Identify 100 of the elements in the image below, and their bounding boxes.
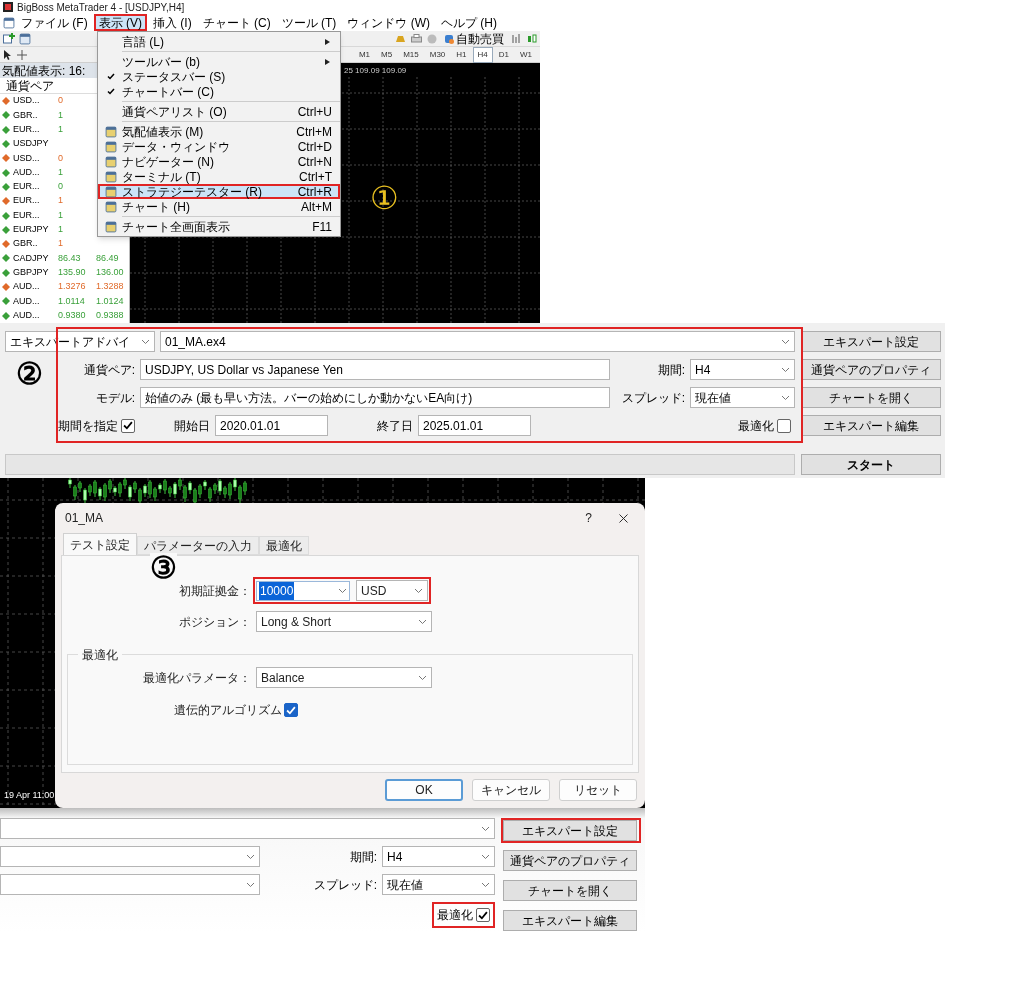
chevron-down-icon bbox=[418, 674, 427, 681]
button[interactable]: エキスパート設定 bbox=[503, 820, 637, 841]
timeframe-button[interactable]: M30 bbox=[424, 46, 451, 63]
text-field[interactable]: 始値のみ (最も早い方法。バーの始めにしか動かないEA向け) bbox=[140, 387, 610, 408]
symbol-cell: CADJPY bbox=[13, 252, 49, 263]
menu-item[interactable]: ツール (T) bbox=[276, 14, 342, 31]
field-label: 遺伝的アルゴリズム bbox=[174, 702, 282, 719]
menu-item[interactable]: ツールバー (b) bbox=[98, 54, 340, 69]
dropdown[interactable]: H4 bbox=[690, 359, 795, 380]
menu-item[interactable]: ウィンドウ (W) bbox=[342, 14, 435, 31]
candle-chart-icon[interactable] bbox=[527, 33, 537, 44]
button[interactable]: チャートを開く bbox=[801, 387, 941, 408]
checkbox[interactable] bbox=[476, 908, 490, 922]
checkbox[interactable] bbox=[284, 703, 298, 717]
tab[interactable]: テスト設定 bbox=[63, 533, 137, 555]
shortcut-text: Ctrl+U bbox=[297, 103, 333, 121]
dropdown[interactable]: 10000 bbox=[256, 580, 350, 601]
window-icon[interactable] bbox=[3, 16, 15, 29]
menu-item[interactable]: ステータスバー (S) bbox=[98, 69, 340, 84]
ask-cell: 86.49 bbox=[96, 252, 119, 263]
menu-item[interactable]: 言語 (L) bbox=[98, 34, 340, 49]
menu-item[interactable]: ナビゲーター (N) Ctrl+N bbox=[98, 154, 340, 169]
button[interactable]: エキスパート編集 bbox=[801, 415, 941, 436]
help-button[interactable]: ? bbox=[581, 509, 596, 527]
menu-item[interactable]: チャートバー (C) bbox=[98, 84, 340, 99]
field-label: 最適化パラメータ： bbox=[143, 669, 251, 687]
window-icon[interactable] bbox=[105, 125, 117, 138]
shortcut-text: Ctrl+N bbox=[297, 153, 333, 171]
symbol-cell: EURJPY bbox=[13, 224, 49, 235]
tab[interactable]: 最適化 bbox=[259, 536, 309, 555]
timeframe-button[interactable]: M5 bbox=[376, 46, 398, 63]
menu-item[interactable]: ヘルプ (H) bbox=[436, 14, 502, 31]
dropdown[interactable]: Long & Short bbox=[256, 611, 432, 632]
menu-item[interactable]: 表示 (V) bbox=[93, 14, 147, 31]
dropdown[interactable]: Balance bbox=[256, 667, 432, 688]
button[interactable]: 通貨ペアのプロパティ bbox=[503, 850, 637, 871]
dialog-button[interactable]: キャンセル bbox=[472, 779, 550, 801]
menu-item[interactable]: チャート全画面表示 F11 bbox=[98, 219, 340, 234]
window-icon[interactable] bbox=[105, 170, 117, 183]
menu-item[interactable]: 気配値表示 (M) Ctrl+M bbox=[98, 124, 340, 139]
window-icon[interactable] bbox=[105, 220, 117, 233]
chevron-down-icon bbox=[481, 853, 490, 860]
date-field[interactable]: 2025.01.01 bbox=[418, 415, 531, 436]
field-label: 通貨ペア: bbox=[83, 361, 135, 379]
symbol-cell: AUD... bbox=[13, 295, 40, 306]
window-title: BigBoss MetaTrader 4 - [USDJPY,H4] bbox=[17, 0, 185, 15]
chevron-down-icon bbox=[338, 587, 347, 594]
dropdown[interactable]: 01_MA.ex4 bbox=[160, 331, 795, 352]
auto-trade-button[interactable]: 自動売買 bbox=[442, 29, 506, 48]
timeframe-button[interactable]: M1 bbox=[353, 46, 376, 63]
timeframe-button[interactable]: H1 bbox=[451, 46, 472, 63]
chevron-down-icon bbox=[246, 853, 255, 860]
checkmark-icon bbox=[123, 421, 133, 430]
field-label: ポジション： bbox=[179, 613, 251, 631]
menu-item[interactable]: ストラテジーテスター (R) Ctrl+R bbox=[98, 184, 340, 199]
button[interactable]: エキスパート設定 bbox=[801, 331, 941, 352]
date-field[interactable]: 2020.01.01 bbox=[215, 415, 328, 436]
menu-item[interactable]: データ・ウィンドウ Ctrl+D bbox=[98, 139, 340, 154]
cursor-icon[interactable] bbox=[3, 49, 11, 60]
dropdown[interactable]: 現在値 bbox=[382, 874, 495, 895]
window-icon[interactable] bbox=[19, 32, 31, 45]
window-icon[interactable] bbox=[105, 155, 117, 168]
timeframe-button[interactable]: M15 bbox=[398, 46, 424, 63]
menu-item[interactable]: ターミナル (T) Ctrl+T bbox=[98, 169, 340, 184]
timeframe-button[interactable]: W1 bbox=[515, 46, 537, 63]
dropdown[interactable]: 現在値 bbox=[690, 387, 795, 408]
column-header: 通貨ペア bbox=[6, 77, 54, 95]
dropdown[interactable]: USD bbox=[356, 580, 428, 601]
text-field[interactable]: USDJPY, US Dollar vs Japanese Yen bbox=[140, 359, 610, 380]
menu-item[interactable]: チャート (C) bbox=[197, 14, 276, 31]
checkbox[interactable] bbox=[777, 418, 791, 433]
shortcut-text: Ctrl+M bbox=[296, 123, 333, 141]
field-label: 期間: bbox=[349, 849, 377, 864]
button[interactable]: スタート bbox=[801, 454, 941, 475]
window-icon[interactable] bbox=[105, 200, 117, 213]
crosshair-icon[interactable] bbox=[17, 49, 27, 60]
menu-item[interactable]: 通貨ペアリスト (O) Ctrl+U bbox=[98, 104, 340, 119]
time-label: 19 Apr 11:00 bbox=[4, 788, 55, 802]
field-label: 初期証拠金： bbox=[179, 582, 251, 600]
menu-item[interactable]: 挿入 (I) bbox=[148, 14, 197, 31]
app-icon bbox=[3, 2, 13, 12]
menu-item[interactable]: ファイル (F) bbox=[16, 14, 93, 31]
menu-item[interactable]: チャート (H) Alt+M bbox=[98, 199, 340, 214]
dialog-button[interactable]: OK bbox=[385, 779, 463, 801]
dialog-button[interactable]: リセット bbox=[559, 779, 637, 801]
timeframe-button[interactable]: D1 bbox=[493, 46, 514, 63]
add-chart-icon[interactable] bbox=[3, 33, 15, 44]
symbol-cell: EUR... bbox=[13, 209, 40, 220]
window-icon[interactable] bbox=[105, 140, 117, 153]
button[interactable]: 通貨ペアのプロパティ bbox=[801, 359, 941, 380]
tab[interactable]: パラメーターの入力 bbox=[137, 536, 259, 555]
button[interactable]: エキスパート編集 bbox=[503, 910, 637, 931]
chevron-down-icon bbox=[781, 366, 790, 373]
dialog-title: 01_MA bbox=[65, 510, 104, 527]
window-icon[interactable] bbox=[105, 185, 117, 198]
bid-cell: 1 bbox=[58, 195, 63, 206]
checkbox[interactable] bbox=[121, 418, 135, 433]
button[interactable]: チャートを開く bbox=[503, 880, 637, 901]
printer-icon[interactable] bbox=[411, 33, 422, 44]
dropdown[interactable]: H4 bbox=[382, 846, 495, 867]
